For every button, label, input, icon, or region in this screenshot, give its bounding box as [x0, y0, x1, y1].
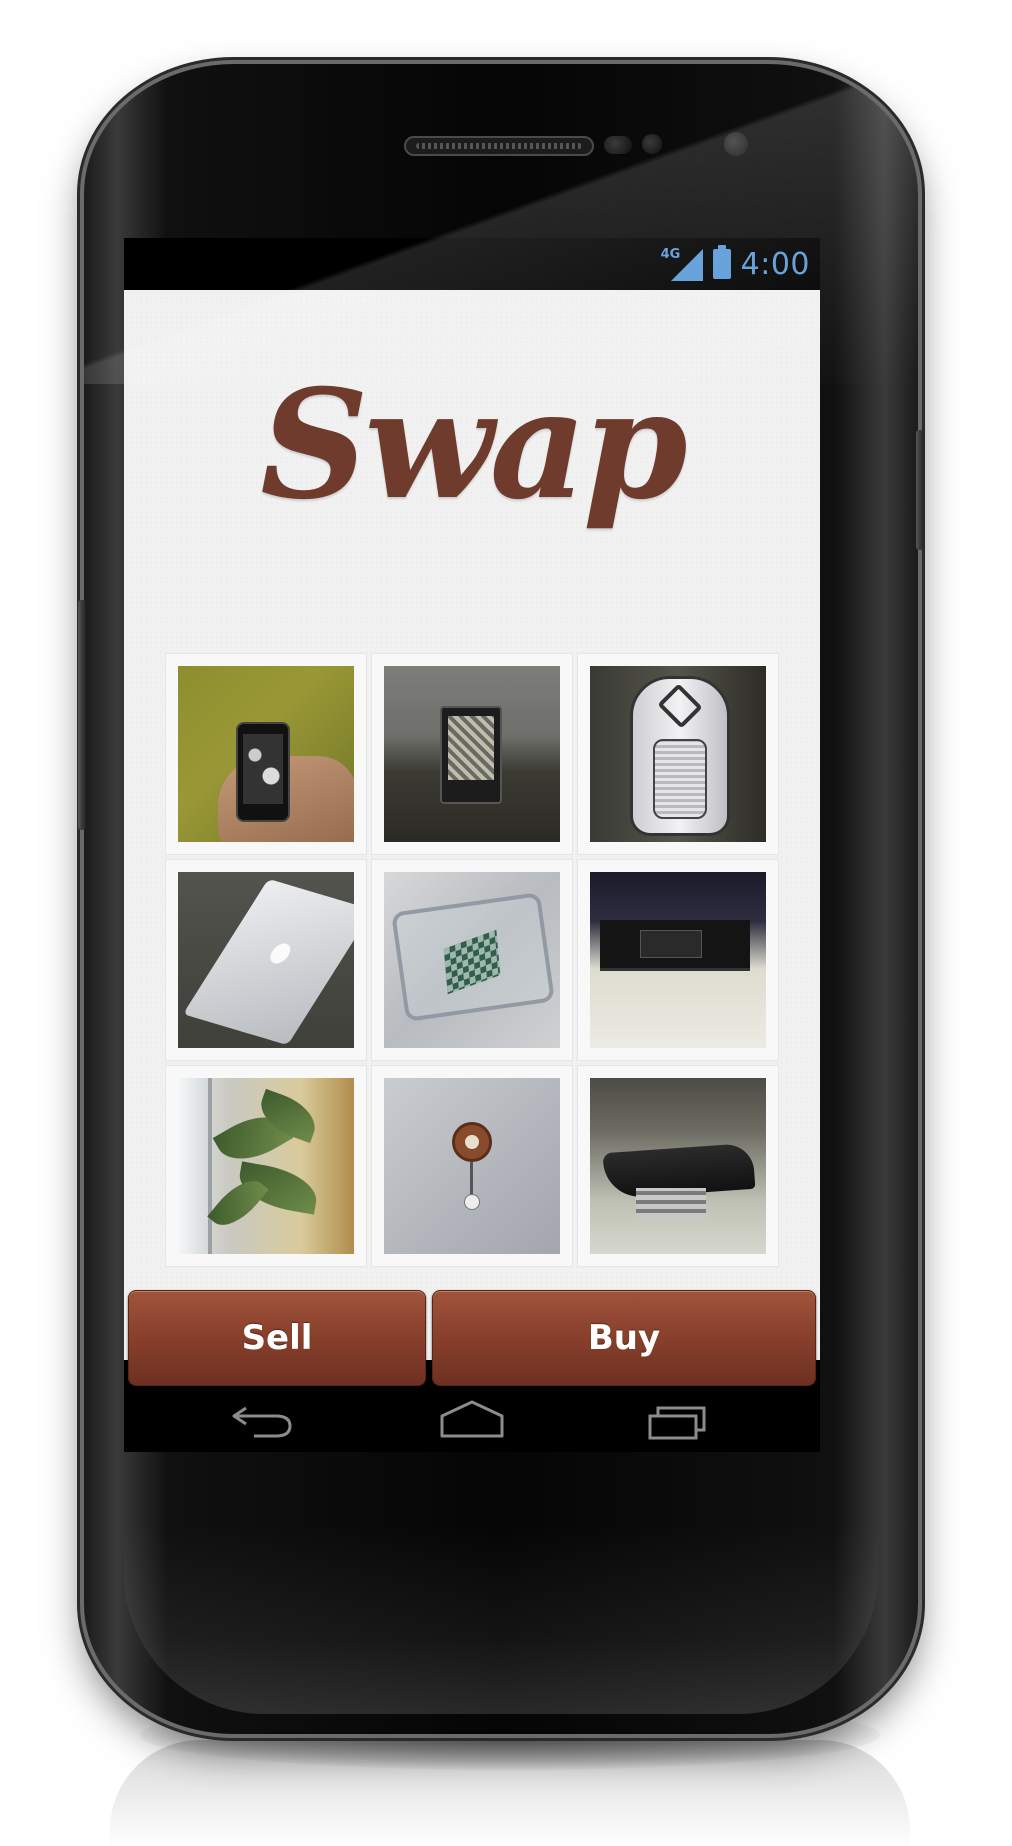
- item-photo-plant: [178, 1078, 354, 1254]
- item-photo-wall-clock: [384, 1078, 560, 1254]
- item-photo-tv-stand: [590, 872, 766, 1048]
- item-tile-phone[interactable]: [166, 654, 366, 854]
- status-time: 4:00: [740, 246, 810, 282]
- item-tile-coffee-table[interactable]: [578, 1066, 778, 1266]
- front-camera: [724, 132, 748, 156]
- swap-app: Swap: [124, 290, 820, 1360]
- navigation-bar: [124, 1388, 820, 1452]
- item-photo-laptop: [178, 872, 354, 1048]
- app-logo: Swap: [260, 357, 688, 533]
- item-photo-glass-table: [384, 872, 560, 1048]
- item-tile-glass-table[interactable]: [372, 860, 572, 1060]
- item-tile-plant[interactable]: [166, 1066, 366, 1266]
- item-grid: [166, 654, 778, 1266]
- earpiece-speaker: [404, 136, 594, 156]
- screen: 4G 4:00 Swap Sell Buy: [124, 238, 820, 1452]
- chin-glare: [124, 1524, 878, 1714]
- phone-body: 4G 4:00 Swap Sell Buy: [84, 64, 918, 1734]
- proximity-sensor: [604, 136, 632, 154]
- status-bar: 4G 4:00: [124, 238, 820, 290]
- light-sensor: [642, 134, 662, 154]
- recent-apps-icon[interactable]: [640, 1394, 720, 1444]
- status-icons: 4G 4:00: [661, 244, 810, 284]
- item-tile-ereader[interactable]: [372, 654, 572, 854]
- home-icon[interactable]: [432, 1394, 512, 1444]
- item-tile-tv-stand[interactable]: [578, 860, 778, 1060]
- power-button: [916, 430, 924, 550]
- item-tile-backpack[interactable]: [578, 654, 778, 854]
- item-photo-phone: [178, 666, 354, 842]
- battery-icon: [712, 245, 731, 279]
- sell-button[interactable]: Sell: [128, 1290, 426, 1386]
- volume-button: [78, 600, 86, 830]
- device-mockup: 4G 4:00 Swap Sell Buy: [0, 0, 1012, 1846]
- item-tile-laptop[interactable]: [166, 860, 366, 1060]
- item-tile-wall-clock[interactable]: [372, 1066, 572, 1266]
- buy-button[interactable]: Buy: [432, 1290, 816, 1386]
- item-photo-backpack: [590, 666, 766, 842]
- back-icon[interactable]: [224, 1394, 304, 1444]
- signal-icon: 4G: [661, 247, 703, 281]
- item-photo-ereader: [384, 666, 560, 842]
- item-photo-coffee-table: [590, 1078, 766, 1254]
